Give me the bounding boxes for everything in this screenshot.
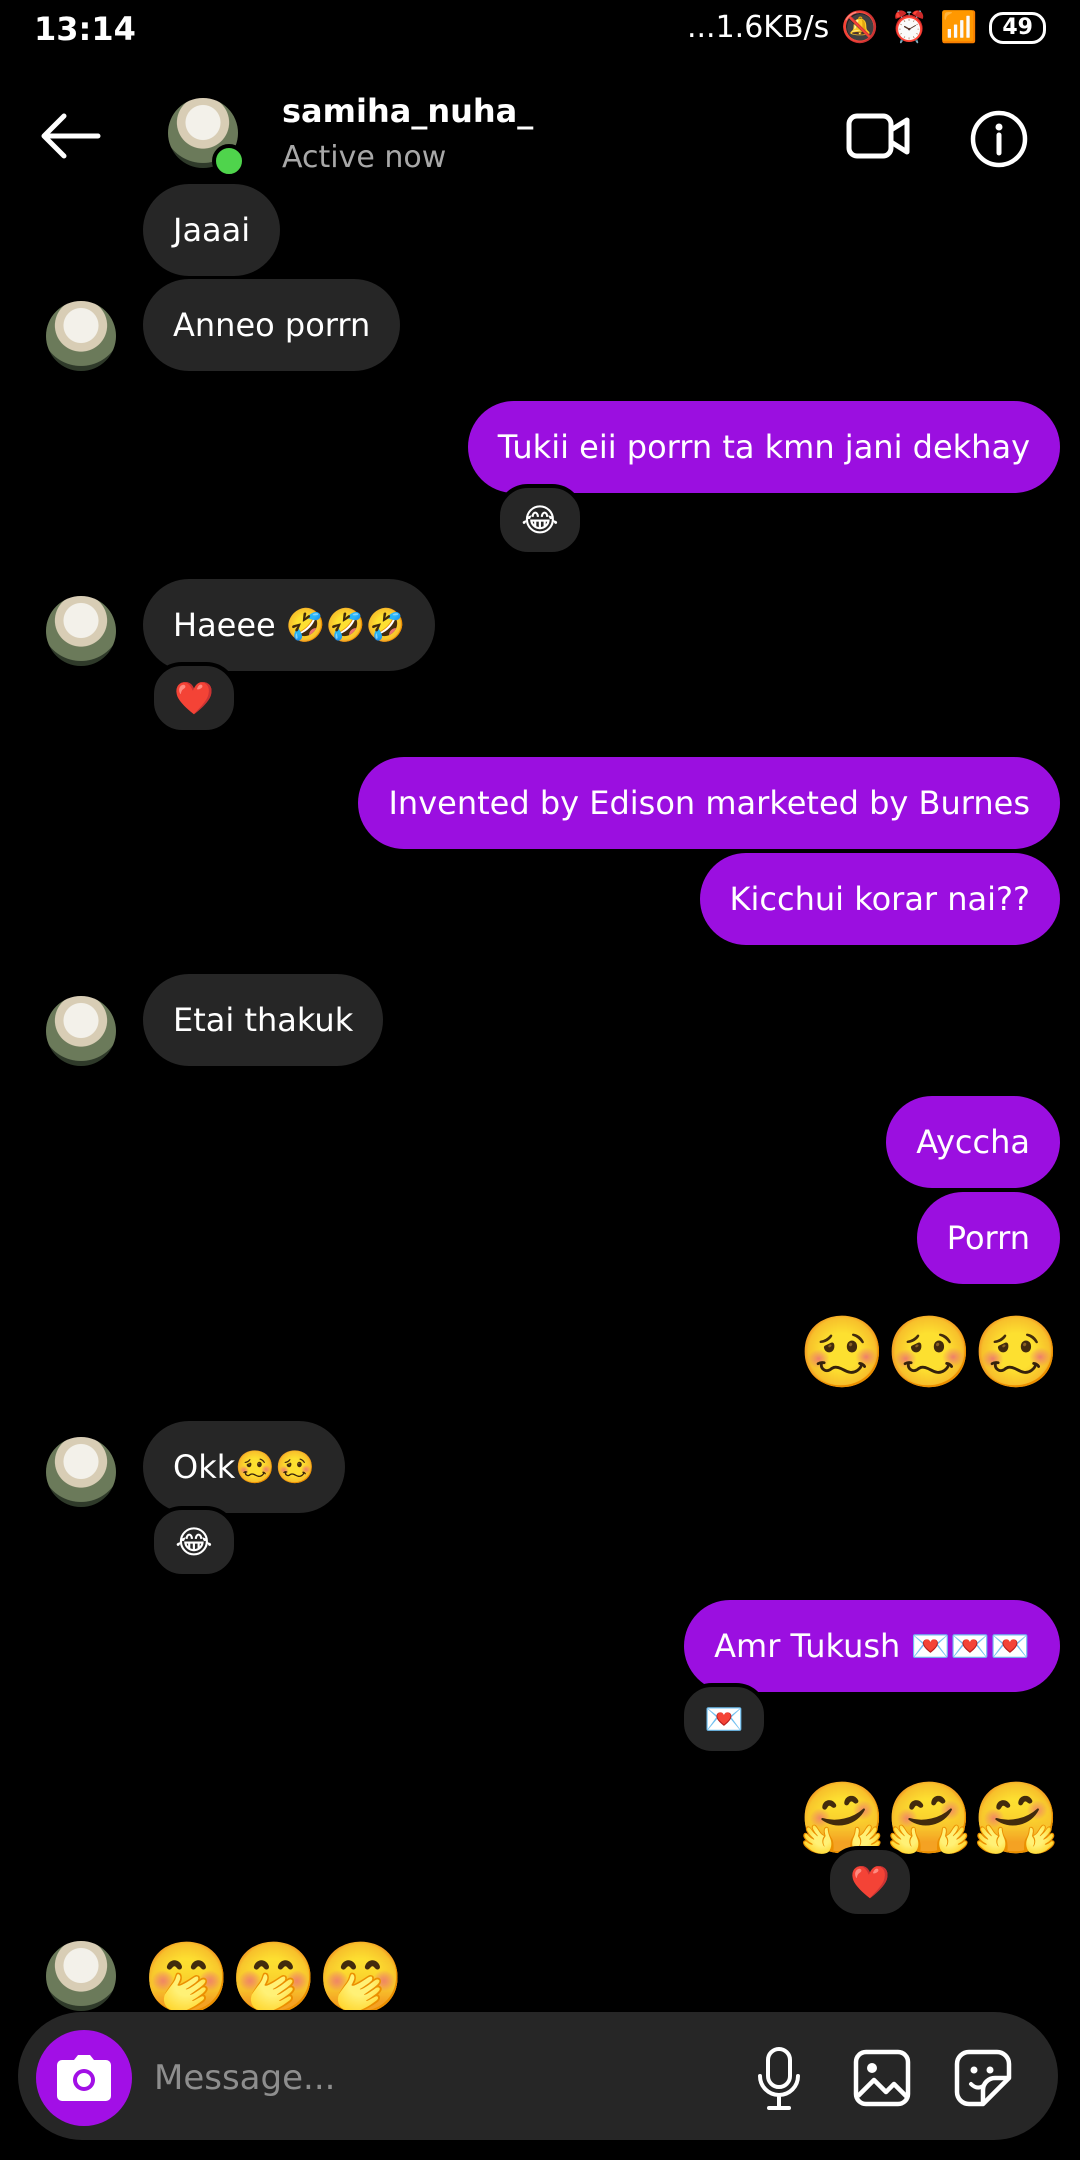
message-bubble[interactable]: Kicchui korar nai?? xyxy=(699,853,1060,945)
camera-icon xyxy=(57,2055,111,2101)
sender-avatar[interactable] xyxy=(46,596,116,666)
emoji-message[interactable]: 🤭🤭🤭 xyxy=(143,1938,404,2010)
message-bubble[interactable]: Amr Tukush 💌💌💌 xyxy=(684,1600,1060,1692)
signal-icon: 📶 xyxy=(940,10,978,45)
emoji-message[interactable]: 🤗🤗🤗 xyxy=(799,1778,1060,1858)
video-call-icon[interactable] xyxy=(846,112,910,160)
gallery-icon[interactable] xyxy=(852,2048,912,2108)
message-bubble[interactable]: Haeee 🤣🤣🤣 xyxy=(143,579,436,671)
message-reaction[interactable]: ❤️ xyxy=(826,1846,914,1918)
sender-avatar[interactable] xyxy=(46,301,116,371)
microphone-icon[interactable] xyxy=(755,2046,803,2112)
active-status: Active now xyxy=(282,140,447,175)
message-reaction[interactable]: 💌 xyxy=(680,1683,768,1755)
status-icons: ...1.6KB/s 🔕 ⏰ 📶 49 xyxy=(687,10,1046,45)
alarm-icon: ⏰ xyxy=(890,10,929,45)
mute-icon: 🔕 xyxy=(841,10,879,45)
message-reaction[interactable]: 😂 xyxy=(150,1506,238,1578)
message-bubble[interactable]: Porrn xyxy=(916,1192,1060,1284)
message-reaction[interactable]: ❤️ xyxy=(150,662,238,734)
message-input[interactable] xyxy=(152,2052,716,2104)
message-bubble[interactable]: Tukii eii porrn ta kmn jani dekhay xyxy=(467,401,1060,493)
chat-username[interactable]: samiha_nuha_ xyxy=(282,92,533,130)
message-bubble[interactable]: Ayccha xyxy=(886,1096,1060,1188)
message-bubble[interactable]: Okk🥴🥴 xyxy=(143,1421,345,1513)
info-icon[interactable] xyxy=(970,110,1028,168)
emoji-message[interactable]: 🥴🥴🥴 xyxy=(799,1312,1060,1392)
sender-avatar[interactable] xyxy=(46,996,116,1066)
message-bubble[interactable]: Invented by Edison marketed by Burnes xyxy=(358,757,1060,849)
camera-button[interactable] xyxy=(36,2030,132,2126)
message-bubble[interactable]: Etai thakuk xyxy=(143,974,384,1066)
network-speed: ...1.6KB/s xyxy=(686,10,830,45)
sticker-icon[interactable] xyxy=(953,2048,1013,2108)
message-bubble[interactable]: Jaaai xyxy=(143,184,281,276)
online-status-dot xyxy=(212,144,246,178)
status-time: 13:14 xyxy=(34,10,136,48)
sender-avatar[interactable] xyxy=(46,1437,116,1507)
battery-icon: 49 xyxy=(989,11,1046,44)
message-bubble[interactable]: Anneo porrn xyxy=(143,279,401,371)
message-reaction[interactable]: 😂 xyxy=(496,484,584,556)
sender-avatar[interactable] xyxy=(46,1941,116,2011)
back-arrow-icon[interactable] xyxy=(38,110,102,162)
